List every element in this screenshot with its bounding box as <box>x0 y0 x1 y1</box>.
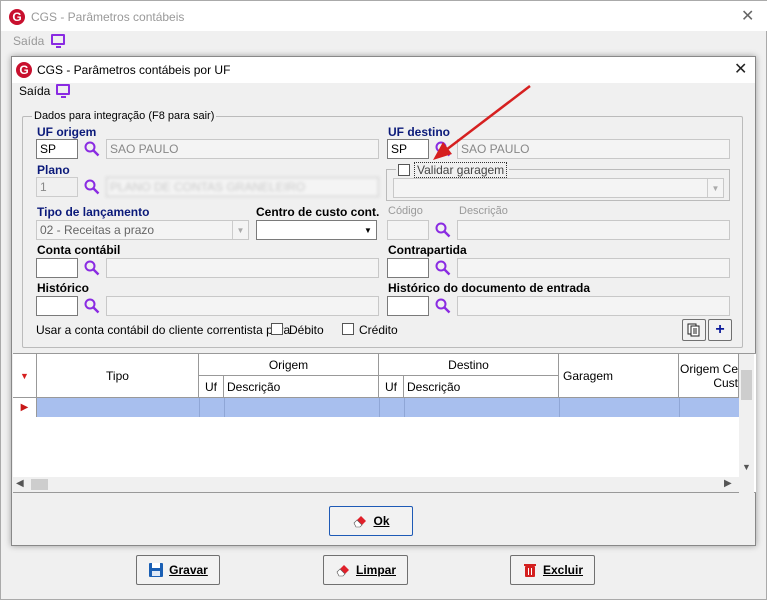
annotation-arrow <box>433 85 531 160</box>
annotation-arrow-line <box>445 85 531 151</box>
annotation-arrow-head <box>433 142 452 160</box>
